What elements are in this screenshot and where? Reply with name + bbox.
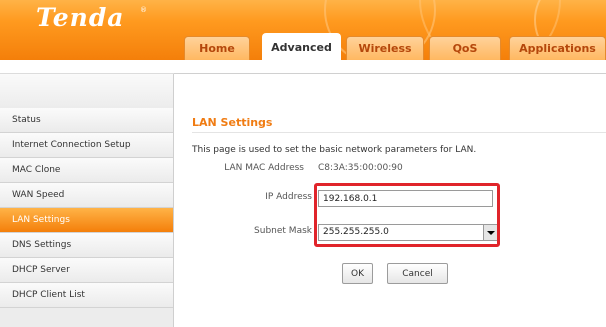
main-content: LAN Settings This page is used to set th… xyxy=(174,74,606,327)
ip-address-label: IP Address xyxy=(265,192,312,202)
page-description: This page is used to set the basic netwo… xyxy=(192,145,477,155)
ip-address-input[interactable] xyxy=(318,190,493,207)
tab-home[interactable]: Home xyxy=(184,36,250,60)
sidebar-item-lan-settings[interactable]: LAN Settings xyxy=(0,208,173,233)
ok-button[interactable]: OK xyxy=(342,263,373,284)
subnet-mask-value: 255.255.255.0 xyxy=(323,227,389,237)
header-bar: Tenda ® Home Advanced Wireless QoS Appli… xyxy=(0,0,606,60)
sidebar: Status Internet Connection Setup MAC Clo… xyxy=(0,74,174,327)
mac-address-label: LAN MAC Address xyxy=(224,163,304,173)
tenda-logo: Tenda xyxy=(36,3,125,32)
tab-qos[interactable]: QoS xyxy=(429,36,501,60)
title-divider xyxy=(192,132,606,133)
sidebar-item-dhcp-client-list[interactable]: DHCP Client List xyxy=(0,283,173,308)
sidebar-item-mac-clone[interactable]: MAC Clone xyxy=(0,158,173,183)
page-title: LAN Settings xyxy=(192,116,273,129)
sidebar-item-internet-connection-setup[interactable]: Internet Connection Setup xyxy=(0,133,173,158)
tab-applications[interactable]: Applications xyxy=(509,36,606,60)
registered-mark: ® xyxy=(140,6,147,14)
mac-address-value: C8:3A:35:00:00:90 xyxy=(318,163,403,173)
sidebar-item-wan-speed[interactable]: WAN Speed xyxy=(0,183,173,208)
chevron-down-icon[interactable] xyxy=(483,225,497,240)
sidebar-header xyxy=(0,74,173,108)
subnet-mask-select[interactable]: 255.255.255.0 xyxy=(318,224,498,241)
sidebar-item-status[interactable]: Status xyxy=(0,108,173,133)
cancel-button[interactable]: Cancel xyxy=(387,263,448,284)
tab-wireless[interactable]: Wireless xyxy=(346,36,424,60)
tab-advanced[interactable]: Advanced xyxy=(262,33,341,60)
header-subband xyxy=(0,60,606,74)
subnet-mask-label: Subnet Mask xyxy=(254,226,312,236)
sidebar-item-dns-settings[interactable]: DNS Settings xyxy=(0,233,173,258)
sidebar-item-dhcp-server[interactable]: DHCP Server xyxy=(0,258,173,283)
